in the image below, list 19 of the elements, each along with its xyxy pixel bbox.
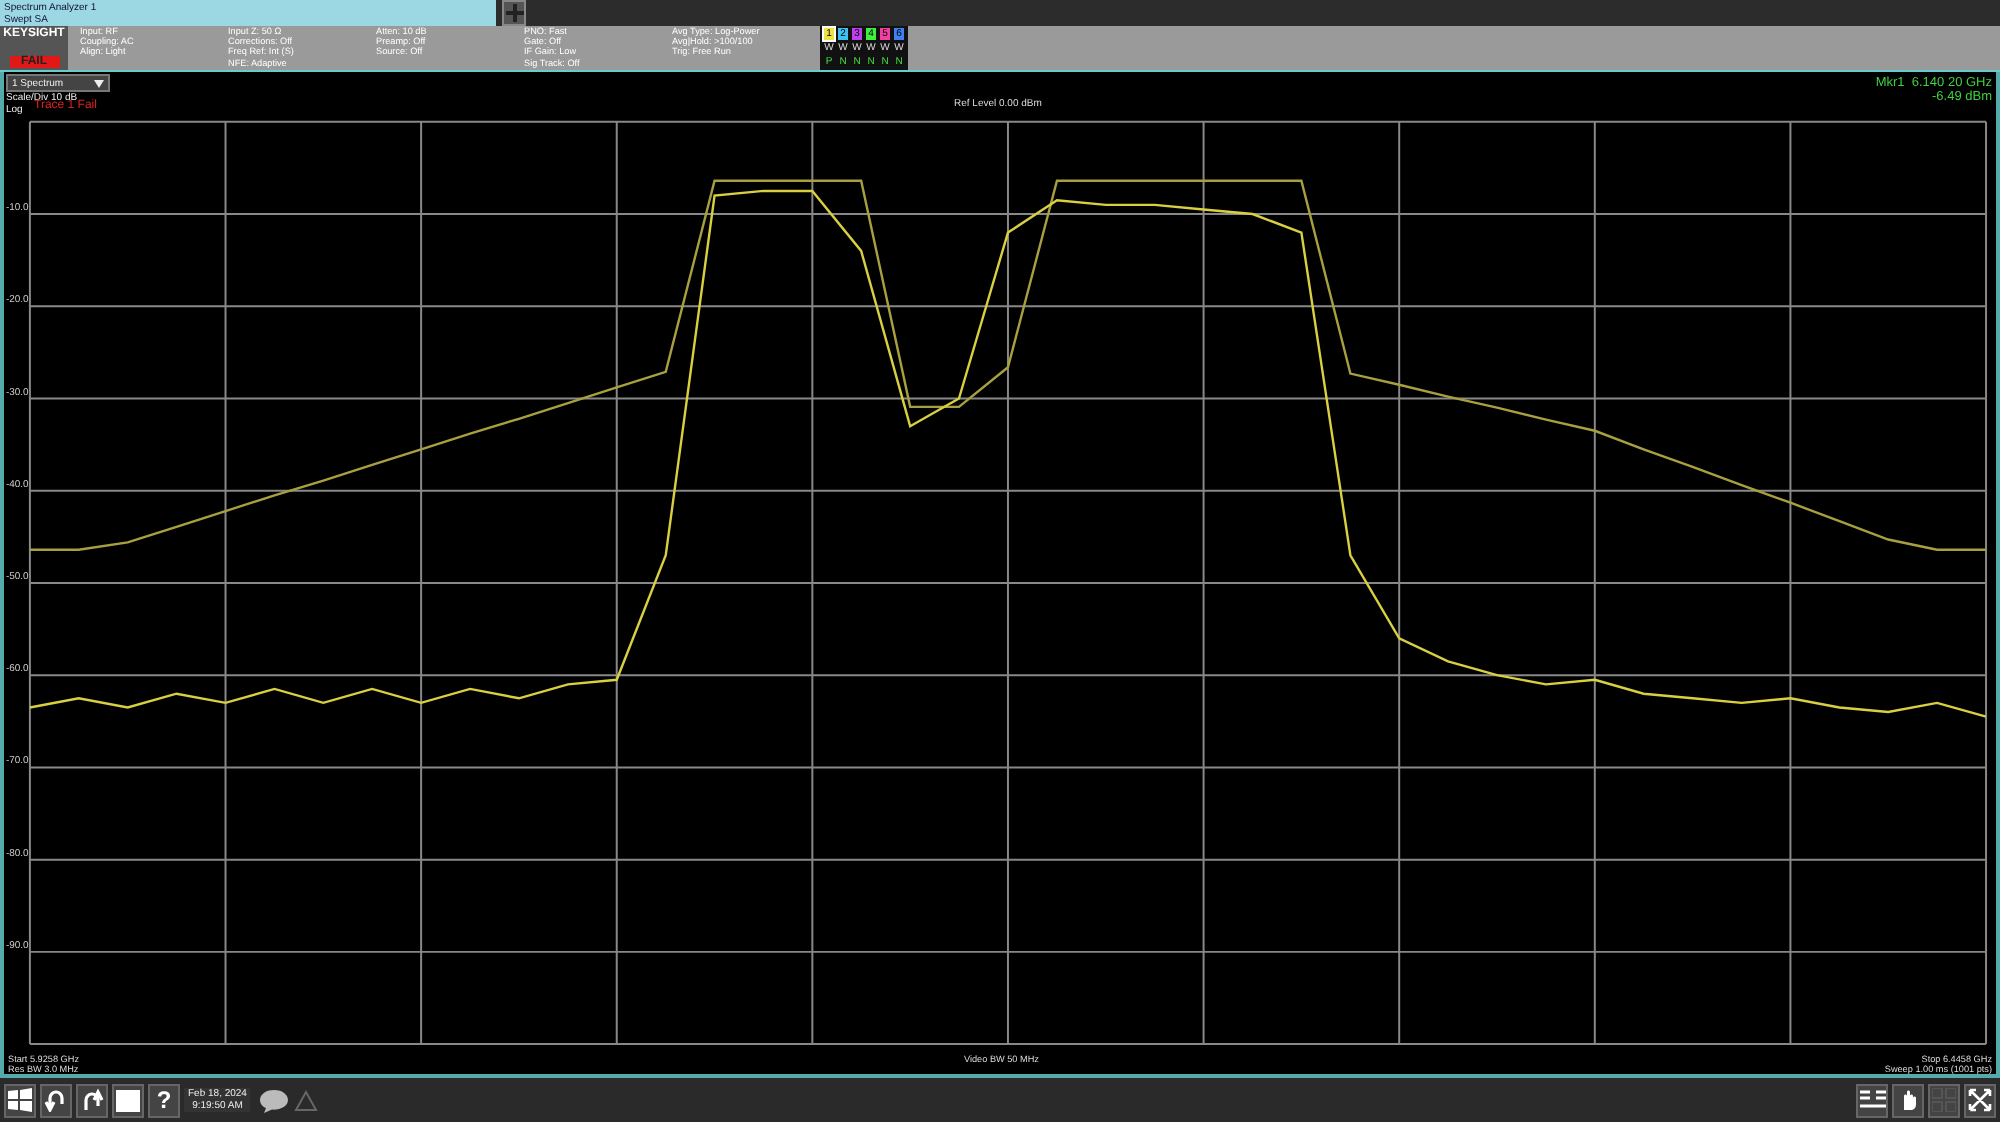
grid-layout-icon (1859, 1088, 1885, 1112)
redo-button[interactable] (76, 1083, 108, 1117)
triangle-icon[interactable] (294, 1089, 319, 1111)
windows-icon (8, 1088, 32, 1112)
add-tab-button[interactable] (502, 0, 526, 26)
fullscreen-icon (1968, 1088, 1992, 1112)
window-icon (116, 1089, 140, 1111)
fullscreen-button[interactable] (1964, 1083, 1996, 1117)
touch-button[interactable] (1892, 1083, 1924, 1117)
redo-icon (80, 1088, 104, 1112)
undo-button[interactable] (40, 1083, 72, 1117)
layout-button[interactable] (1856, 1083, 1888, 1117)
window-button[interactable] (112, 1083, 144, 1117)
caret-icon (94, 79, 104, 87)
speech-bubble-icon[interactable] (258, 1087, 291, 1113)
four-squares-icon (1932, 1088, 1956, 1112)
undo-icon (44, 1088, 68, 1112)
help-button[interactable]: ? (148, 1083, 180, 1117)
windows-button[interactable] (4, 1083, 36, 1117)
